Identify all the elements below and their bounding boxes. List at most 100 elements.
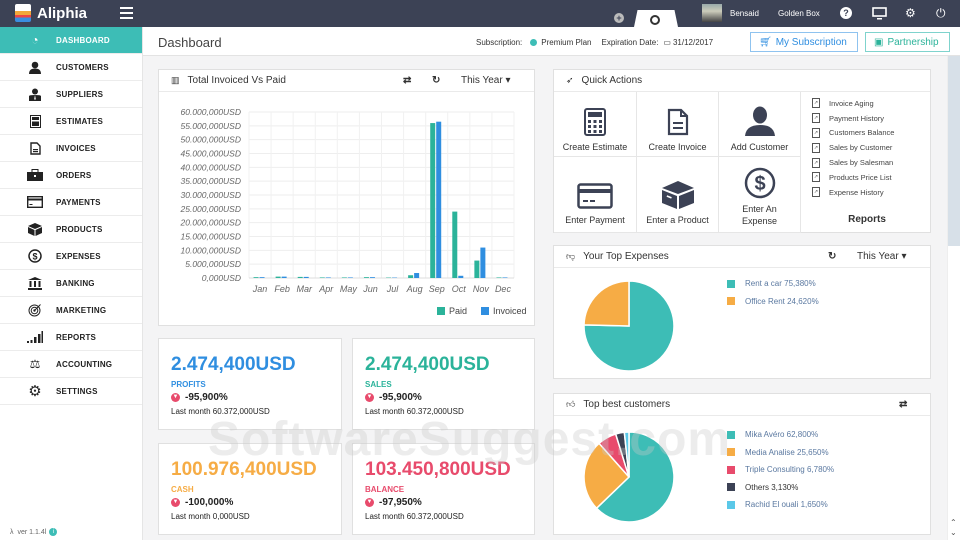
kpi-last-month: Last month 60.372,000USD	[365, 512, 464, 521]
scrollbar-thumb[interactable]	[948, 56, 960, 246]
bar-paid-nov[interactable]	[474, 260, 480, 278]
bar-invoiced-feb[interactable]	[281, 276, 287, 278]
bar-paid-sep[interactable]	[430, 123, 436, 278]
swap-icon[interactable]: ⇄	[899, 399, 907, 410]
reports-heading[interactable]: Reports	[812, 214, 922, 225]
bar-paid-oct[interactable]	[452, 211, 458, 278]
tab-home[interactable]	[634, 10, 678, 27]
sidebar-item-banking[interactable]: BANKING	[0, 270, 142, 297]
legend-item[interactable]: Triple Consulting 6,780%	[727, 461, 834, 479]
report-link[interactable]: ↗ Products Price List	[812, 170, 894, 185]
partnership-label: Partnership	[887, 36, 939, 48]
legend-item[interactable]: Rachid El ouali 1,650%	[727, 496, 834, 514]
bar-invoiced-dec[interactable]	[502, 277, 508, 278]
legend-item[interactable]: Rent a car 75,380%	[727, 275, 819, 293]
power-icon[interactable]: ⏻	[936, 7, 946, 19]
bar-paid-aug[interactable]	[408, 275, 414, 278]
bar-invoiced-aug[interactable]	[414, 273, 420, 278]
sidebar-item-products[interactable]: PRODUCTS	[0, 216, 142, 243]
sidebar-item-accounting[interactable]: ⚖ ACCOUNTING	[0, 351, 142, 378]
bar-paid-jun[interactable]	[363, 277, 369, 278]
info-icon[interactable]: i	[49, 528, 58, 536]
sidebar-item-label: MARKETING	[56, 305, 107, 315]
box-icon	[637, 175, 718, 209]
add-customer-button[interactable]: Add Customer	[719, 92, 801, 157]
sidebar-item-invoices[interactable]: INVOICES	[0, 135, 142, 162]
report-link[interactable]: ↗ Invoice Aging	[812, 96, 894, 111]
report-link[interactable]: ↗ Customers Balance	[812, 126, 894, 141]
sidebar-item-settings[interactable]: ⚙ SETTINGS	[0, 378, 142, 405]
add-tab-button[interactable]: +	[614, 13, 624, 23]
legend-item[interactable]: Media Analise 25,650%	[727, 444, 834, 462]
bar-invoiced-may[interactable]	[347, 277, 353, 278]
sidebar-item-estimates[interactable]: ESTIMATES	[0, 108, 142, 135]
scroll-down-icon[interactable]: ⌄	[950, 528, 957, 537]
legend-item[interactable]: Mika Avéro 62,800%	[727, 426, 834, 444]
x-tick-label: May	[340, 284, 358, 294]
bar-invoiced-mar[interactable]	[303, 276, 309, 278]
company-name[interactable]: Golden Box	[778, 9, 820, 18]
refresh-icon[interactable]: ↻	[432, 75, 440, 86]
kpi-change: ▼ -95,900%	[365, 392, 422, 403]
legend-item[interactable]: Others 3,130%	[727, 479, 834, 497]
gear-icon[interactable]: ⚙	[905, 7, 916, 19]
sidebar-item-dashboard[interactable]: ◔ DASHBOARD	[0, 27, 142, 54]
sidebar-item-expenses[interactable]: $ EXPENSES	[0, 243, 142, 270]
legend-label: Mika Avéro 62,800%	[745, 430, 819, 440]
user-name: Bensaid	[730, 8, 759, 18]
kpi-value: 2.474,400USD	[365, 354, 490, 375]
logo-icon	[15, 4, 31, 22]
bar-invoiced-jan[interactable]	[259, 277, 265, 278]
enter-product-button[interactable]: Enter a Product	[637, 157, 719, 233]
partnership-button[interactable]: ▣ Partnership	[865, 32, 950, 52]
scroll-up-icon[interactable]: ⌃	[950, 518, 957, 527]
enter-payment-button[interactable]: Enter Payment	[554, 157, 637, 233]
panel-header: ▥ Total Invoiced Vs Paid ⇄ ↻ This Year ▾	[159, 70, 534, 92]
my-subscription-button[interactable]: 🛒︎ My Subscription	[750, 32, 858, 52]
sidebar-item-payments[interactable]: PAYMENTS	[0, 189, 142, 216]
report-link[interactable]: ↗ Expense History	[812, 185, 894, 200]
x-tick-label: Jul	[386, 284, 400, 294]
credit-card-icon	[554, 175, 636, 209]
legend-item[interactable]: Office Rent 24,620%	[727, 293, 819, 311]
brand[interactable]: Aliphia	[15, 4, 87, 22]
bar-paid-apr[interactable]	[319, 277, 325, 278]
report-link[interactable]: ↗ Sales by Salesman	[812, 155, 894, 170]
refresh-icon[interactable]: ↻	[828, 251, 836, 262]
report-link[interactable]: ↗ Payment History	[812, 111, 894, 126]
bar-invoiced-apr[interactable]	[325, 277, 331, 278]
monitor-icon[interactable]	[872, 7, 887, 22]
period-dropdown[interactable]: This Year ▾	[857, 251, 907, 262]
help-icon[interactable]: ?	[840, 7, 852, 19]
bar-invoiced-nov[interactable]	[480, 247, 486, 278]
user-icon	[719, 102, 800, 136]
create-invoice-button[interactable]: Create Invoice	[637, 92, 719, 157]
sidebar-item-marketing[interactable]: MARKETING	[0, 297, 142, 324]
bar-paid-feb[interactable]	[275, 276, 281, 278]
report-link[interactable]: ↗ Sales by Customer	[812, 140, 894, 155]
bar-paid-jan[interactable]	[253, 277, 259, 278]
swap-icon[interactable]: ⇄	[403, 75, 411, 86]
bar-invoiced-oct[interactable]	[458, 275, 464, 278]
kpi-change: ▼ -95,900%	[171, 392, 228, 403]
sidebar-item-reports[interactable]: REPORTS	[0, 324, 142, 351]
bar-invoiced-sep[interactable]	[436, 121, 442, 278]
kpi-last-month: Last month 60.372,000USD	[171, 407, 270, 416]
scrollbar[interactable]: ⌃ ⌄	[947, 56, 960, 540]
sidebar-item-suppliers[interactable]: SUPPLIERS	[0, 81, 142, 108]
menu-toggle-icon[interactable]	[120, 7, 133, 19]
x-tick-label: Oct	[452, 284, 467, 294]
sidebar-item-label: DASHBOARD	[56, 35, 110, 45]
bar-invoiced-jun[interactable]	[369, 277, 375, 278]
bar-paid-dec[interactable]	[496, 277, 502, 278]
sidebar-item-orders[interactable]: ORDERS	[0, 162, 142, 189]
bar-paid-may[interactable]	[341, 277, 347, 278]
create-estimate-button[interactable]: Create Estimate	[554, 92, 637, 157]
period-dropdown[interactable]: This Year ▾	[461, 75, 511, 86]
enter-expense-button[interactable]: $ Enter An Expense	[719, 157, 801, 233]
pie-slice-office-rent[interactable]	[583, 280, 630, 327]
sidebar-item-customers[interactable]: CUSTOMERS	[0, 54, 142, 81]
bar-paid-mar[interactable]	[297, 276, 303, 278]
user-menu[interactable]: Bensaid	[702, 4, 759, 22]
kpi-label: SALES	[365, 380, 392, 389]
